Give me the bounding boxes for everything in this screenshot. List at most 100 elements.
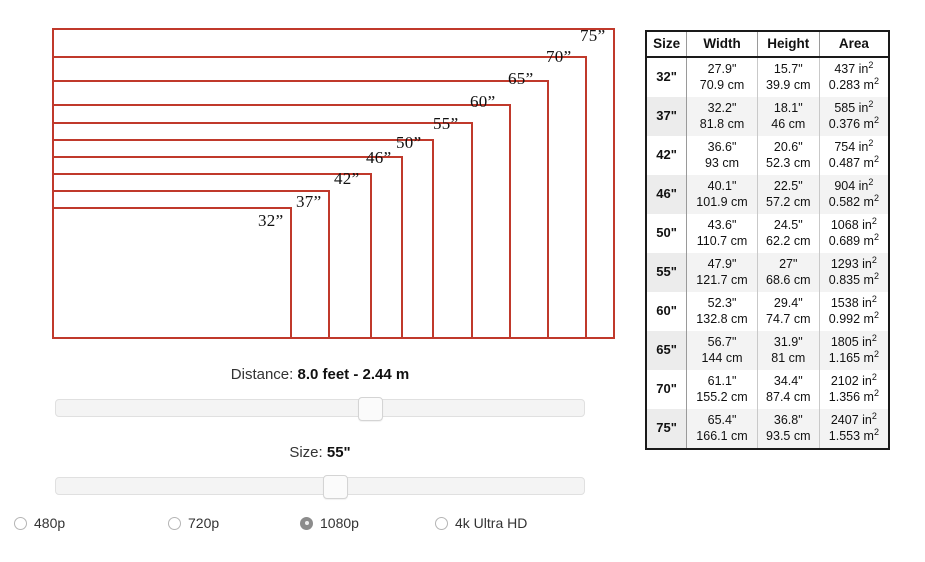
cell-height: 29.4" 74.7 cm — [757, 292, 820, 331]
cell-width: 40.1" 101.9 cm — [686, 175, 758, 214]
table-header-area: Area — [819, 31, 889, 58]
cell-area-sqm: 1.356 m2 — [822, 388, 886, 405]
cell-area-sqm: 0.283 m2 — [822, 76, 886, 93]
cell-height-metric: 46 cm — [771, 117, 806, 131]
cell-width-inches: 36.6" — [707, 140, 737, 154]
tv-rect-label-70: 70” — [546, 47, 572, 66]
radio-unchecked-icon[interactable] — [14, 516, 27, 530]
cell-area: 1538 in2 0.992 m2 — [819, 292, 889, 331]
cell-height-inches: 24.5" — [773, 218, 803, 232]
distance-caption: Distance: 8.0 feet - 2.44 m — [0, 366, 640, 383]
resolution-option-label: 720p — [188, 515, 220, 531]
distance-slider-handle[interactable] — [358, 397, 383, 421]
cell-area-sqm: 0.992 m2 — [822, 310, 886, 327]
cell-area-sqin-value: 754 in — [834, 140, 869, 154]
cell-height-metric: 57.2 cm — [766, 195, 811, 209]
cell-height-inches: 27" — [779, 257, 798, 271]
tv-rect-label-60: 60” — [470, 92, 496, 111]
cell-area-sqm: 0.582 m2 — [822, 193, 886, 210]
cell-width-metric: 132.8 cm — [696, 312, 748, 326]
cell-area-sqin-exponent: 2 — [871, 254, 877, 265]
cell-size: 60" — [646, 292, 688, 331]
tv-rect-label-65: 65” — [508, 69, 534, 88]
cell-height-inches: 34.4" — [773, 374, 803, 388]
size-slider-group: Size: 55" — [0, 444, 640, 499]
cell-area-sqm-value: 0.689 m — [828, 234, 874, 248]
cell-width-metric: 144 cm — [701, 351, 743, 365]
cell-width-inches: 65.4" — [707, 413, 737, 427]
cell-area-sqin-exponent: 2 — [868, 98, 874, 109]
cell-area-sqm-exponent: 2 — [873, 153, 879, 164]
tv-rect-32 — [52, 207, 292, 339]
cell-area-sqm-value: 0.992 m — [828, 312, 874, 326]
cell-area-sqm-value: 0.376 m — [828, 117, 874, 131]
cell-area: 437 in2 0.283 m2 — [819, 57, 889, 97]
cell-area-sqin-value: 1805 in — [830, 335, 872, 349]
cell-area-sqm-value: 0.283 m — [828, 78, 874, 92]
cell-height-metric: 87.4 cm — [766, 390, 811, 404]
table-row: 65" 56.7" 144 cm 31.9" 81 cm 1805 in2 1.165 m2 — [646, 331, 889, 370]
cell-height: 34.4" 87.4 cm — [757, 370, 820, 409]
cell-width-metric: 166.1 cm — [696, 429, 748, 443]
table-row: 70" 61.1" 155.2 cm 34.4" 87.4 cm 2102 in2 1.35… — [646, 370, 889, 409]
table-header-row: Size Width Height Area — [646, 31, 889, 58]
cell-area: 2102 in2 1.356 m2 — [819, 370, 889, 409]
size-caption-prefix: Size: — [289, 444, 327, 461]
cell-height-inches: 22.5" — [773, 179, 803, 193]
cell-area-sqin-value: 904 in — [834, 179, 869, 193]
cell-height-inches: 29.4" — [773, 296, 803, 310]
tv-rect-label-75: 75” — [580, 26, 606, 45]
tv-rect-label-42: 42” — [334, 169, 360, 188]
tv-size-comparison-diagram: 32” 37” 42” 46” 50” 55” 60” 65” 70” 75” — [0, 0, 640, 355]
size-slider-track[interactable] — [55, 477, 585, 495]
cell-area-sqin-exponent: 2 — [868, 176, 874, 187]
size-slider-handle[interactable] — [322, 475, 348, 499]
radio-unchecked-icon[interactable] — [168, 516, 181, 530]
cell-area-sqm: 0.689 m2 — [822, 231, 886, 249]
cell-area-sqm-exponent: 2 — [873, 231, 879, 242]
cell-area-sqm: 0.835 m2 — [822, 271, 886, 288]
cell-width: 65.4" 166.1 cm — [686, 409, 758, 449]
table-header-height: Height — [757, 31, 820, 58]
cell-width-metric: 121.7 cm — [696, 273, 748, 287]
resolution-option-480p[interactable]: 480p — [14, 515, 65, 531]
cell-width-inches: 32.2" — [707, 101, 737, 115]
cell-size: 37" — [646, 97, 688, 136]
cell-area-sqm-exponent: 2 — [873, 114, 879, 125]
cell-area-sqm-value: 0.835 m — [828, 273, 874, 287]
distance-slider-track[interactable] — [55, 399, 585, 417]
resolution-option-720p[interactable]: 720p — [168, 515, 219, 531]
cell-width-inches: 27.9" — [707, 62, 737, 76]
cell-area-sqin: 2407 in2 — [822, 411, 886, 428]
cell-area-sqin-value: 1293 in — [830, 257, 872, 271]
tv-rect-label-46: 46” — [366, 148, 392, 167]
cell-width: 27.9" 70.9 cm — [686, 57, 758, 97]
tv-rect-label-50: 50” — [396, 133, 422, 152]
resolution-option-1080p[interactable]: 1080p — [300, 515, 359, 531]
resolution-option-4k-ultra-hd[interactable]: 4k Ultra HD — [435, 515, 527, 531]
table-header-width: Width — [686, 31, 758, 58]
distance-slider[interactable] — [55, 397, 585, 421]
cell-height: 31.9" 81 cm — [757, 331, 820, 370]
cell-area-sqin: 1538 in2 — [822, 293, 886, 311]
cell-size: 70" — [646, 370, 688, 409]
cell-area: 1805 in2 1.165 m2 — [819, 331, 889, 370]
cell-area-sqin-value: 1068 in — [830, 218, 872, 232]
cell-area-sqm-value: 1.553 m — [828, 429, 874, 443]
cell-height-inches: 18.1" — [773, 101, 803, 115]
table-row: 37" 32.2" 81.8 cm 18.1" 46 cm 585 in2 0.376 m2 — [646, 97, 889, 136]
cell-area-sqm: 1.553 m2 — [822, 427, 886, 444]
tv-rect-label-55: 55” — [433, 114, 459, 133]
size-caption: Size: 55" — [0, 444, 640, 461]
cell-height: 15.7" 39.9 cm — [757, 57, 820, 97]
cell-area-sqin-exponent: 2 — [871, 332, 877, 343]
cell-area-sqin-exponent: 2 — [868, 137, 874, 148]
cell-area-sqin-exponent: 2 — [871, 293, 877, 304]
cell-height: 22.5" 57.2 cm — [757, 175, 820, 214]
size-slider[interactable] — [55, 475, 585, 499]
cell-area-sqin: 585 in2 — [822, 98, 886, 116]
cell-width-inches: 56.7" — [707, 335, 737, 349]
cell-height-metric: 93.5 cm — [766, 429, 811, 443]
radio-unchecked-icon[interactable] — [435, 516, 448, 530]
radio-checked-icon[interactable] — [300, 516, 313, 530]
